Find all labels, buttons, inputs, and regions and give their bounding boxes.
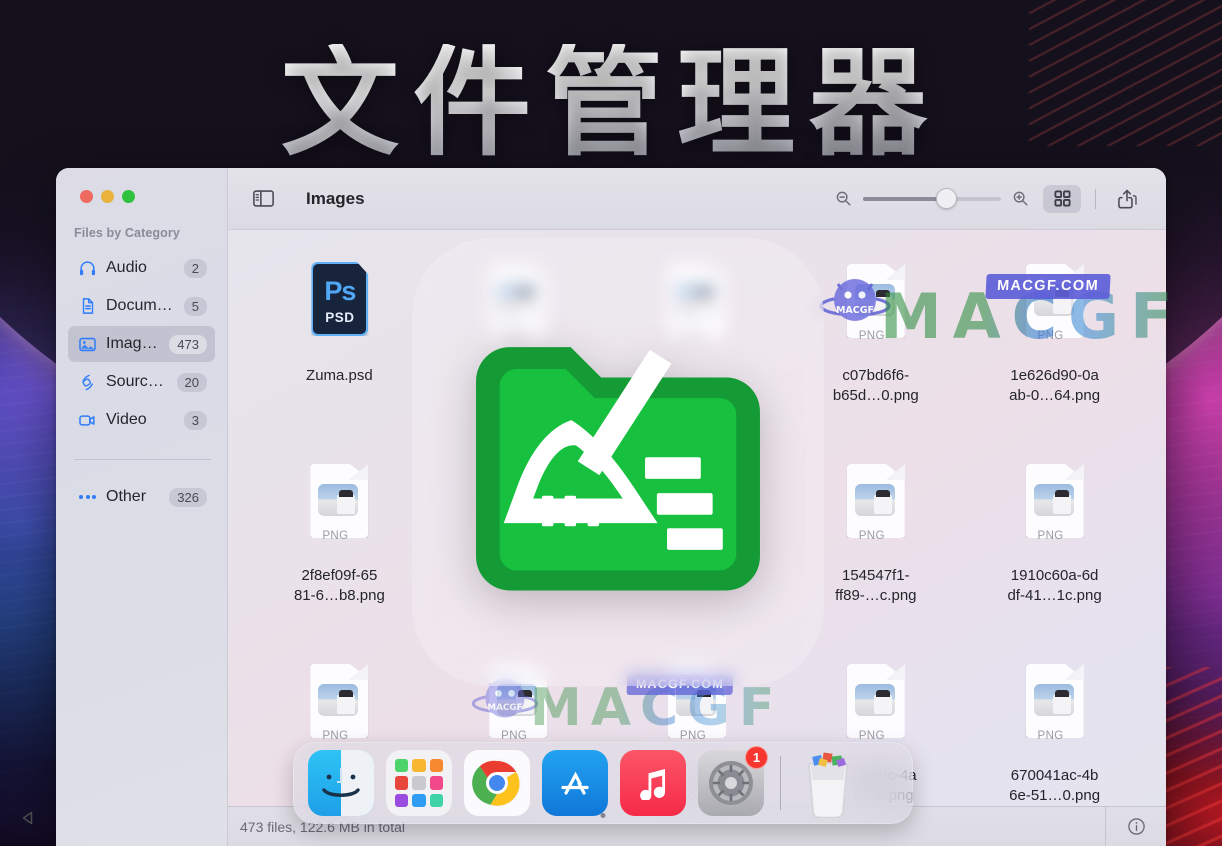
sidebar-section-title: Files by Category xyxy=(56,203,227,249)
png-type-label: PNG xyxy=(1018,730,1092,742)
photo-icon xyxy=(78,335,97,354)
sidebar-item-label: Audio xyxy=(106,259,175,277)
cleaner-app-icon xyxy=(449,293,787,631)
zoom-button[interactable] xyxy=(122,190,135,203)
app-icon-overlay xyxy=(412,238,824,686)
sidebar: Files by Category Audio 2 xyxy=(56,168,228,846)
file-name-label: 2f8ef09f-6581-6…b8.png xyxy=(294,566,385,606)
sidebar-item-documents[interactable]: Docum… 5 xyxy=(68,288,215,324)
sidebar-item-label: Docum… xyxy=(106,297,175,315)
psd-ps-mark: Ps xyxy=(313,276,366,307)
png-type-label: PNG xyxy=(839,730,913,742)
file-name-label: 1910c60a-6ddf-41…1c.png xyxy=(1007,566,1101,606)
png-file-icon: PNG xyxy=(1018,662,1092,754)
sidebar-item-label: Video xyxy=(106,411,175,429)
sidebar-item-count: 5 xyxy=(184,297,207,316)
sidebar-item-count: 326 xyxy=(169,488,207,507)
sidebar-item-video[interactable]: Video 3 xyxy=(68,402,215,438)
sidebar-toggle-icon[interactable] xyxy=(248,186,278,212)
psd-type-label: PSD xyxy=(313,310,366,325)
png-type-label: PNG xyxy=(839,530,913,542)
sidebar-item-other[interactable]: Other 326 xyxy=(68,479,215,515)
info-icon[interactable] xyxy=(1106,817,1166,836)
dock-app-finder[interactable] xyxy=(308,750,374,816)
minimize-button[interactable] xyxy=(101,190,114,203)
video-camera-icon xyxy=(78,411,97,430)
dock-badge-count: 1 xyxy=(745,746,768,769)
sidebar-item-source[interactable]: Sourc… 20 xyxy=(68,364,215,400)
sidebar-item-label: Imag… xyxy=(106,335,160,353)
file-name-label: 154547f1-ff89-…c.png xyxy=(835,566,916,606)
close-button[interactable] xyxy=(80,190,93,203)
dock-app-chrome[interactable] xyxy=(464,750,530,816)
png-type-label: PNG xyxy=(1018,330,1092,342)
png-file-icon: PNG xyxy=(839,262,913,354)
png-file-icon: PNG xyxy=(839,462,913,554)
traffic-lights xyxy=(56,168,227,203)
psd-file-icon: Ps PSD xyxy=(302,262,376,354)
magnifier-minus-icon[interactable] xyxy=(835,190,852,207)
file-name-label: 670041ac-4b6e-51…0.png xyxy=(1009,766,1100,806)
dock-app-launchpad[interactable] xyxy=(386,750,452,816)
zoom-slider[interactable] xyxy=(863,189,1001,209)
sidebar-item-count: 3 xyxy=(184,411,207,430)
png-type-label: PNG xyxy=(1018,530,1092,542)
dock: 1 xyxy=(293,742,913,824)
file-item[interactable]: Ps PSD Zuma.psd xyxy=(250,256,429,456)
zoom-slider-thumb[interactable] xyxy=(936,188,957,209)
png-type-label: PNG xyxy=(302,530,376,542)
screen: 文件管理器 Files by Category xyxy=(0,0,1222,846)
sidebar-item-count: 20 xyxy=(177,373,207,392)
png-type-label: PNG xyxy=(302,730,376,742)
file-name-label: c07bd6f6-b65d…0.png xyxy=(833,366,919,406)
file-item[interactable]: PNG 670041ac-4b6e-51…0.png xyxy=(965,656,1144,806)
document-icon xyxy=(78,297,97,316)
sidebar-item-count: 473 xyxy=(169,335,207,354)
file-name-label: Zuma.psd xyxy=(306,366,373,386)
toolbar-divider xyxy=(1095,189,1096,209)
share-icon[interactable] xyxy=(1110,185,1144,213)
nav-bar xyxy=(0,795,56,846)
sidebar-item-label: Other xyxy=(106,488,160,506)
png-file-icon: PNG xyxy=(302,462,376,554)
source-icon xyxy=(78,373,97,392)
file-name-label: 1e626d90-0aab-0…64.png xyxy=(1009,366,1100,406)
grid-view-icon[interactable] xyxy=(1043,185,1081,213)
sidebar-item-label: Sourc… xyxy=(106,373,168,391)
magnifier-plus-icon[interactable] xyxy=(1012,190,1029,207)
toolbar: Images xyxy=(228,168,1166,230)
png-file-icon: PNG xyxy=(839,662,913,754)
dock-app-trash[interactable] xyxy=(797,748,859,818)
headphones-icon xyxy=(78,259,97,278)
dock-running-indicator xyxy=(601,813,606,818)
hero-title: 文件管理器 xyxy=(0,44,1222,162)
png-type-label: PNG xyxy=(839,330,913,342)
file-item[interactable]: PNG 1e626d90-0aab-0…64.png xyxy=(965,256,1144,456)
page-title: Images xyxy=(306,189,365,209)
png-file-icon: PNG xyxy=(302,662,376,754)
sidebar-divider xyxy=(74,459,211,460)
dock-app-system-settings[interactable]: 1 xyxy=(698,750,764,816)
back-triangle-icon[interactable] xyxy=(18,808,38,833)
sidebar-item-count: 2 xyxy=(184,259,207,278)
dock-app-music[interactable] xyxy=(620,750,686,816)
sidebar-item-images[interactable]: Imag… 473 xyxy=(68,326,215,362)
zoom-control xyxy=(835,189,1029,209)
png-type-label: PNG xyxy=(481,730,555,742)
png-file-icon: PNG xyxy=(1018,262,1092,354)
file-item[interactable]: PNG 2f8ef09f-6581-6…b8.png xyxy=(250,456,429,656)
png-type-label: PNG xyxy=(660,730,734,742)
ellipsis-icon xyxy=(78,488,97,507)
dock-divider xyxy=(780,756,781,810)
dock-app-app-store[interactable] xyxy=(542,750,608,816)
file-item[interactable]: PNG 1910c60a-6ddf-41…1c.png xyxy=(965,456,1144,656)
sidebar-item-audio[interactable]: Audio 2 xyxy=(68,250,215,286)
png-file-icon: PNG xyxy=(1018,462,1092,554)
